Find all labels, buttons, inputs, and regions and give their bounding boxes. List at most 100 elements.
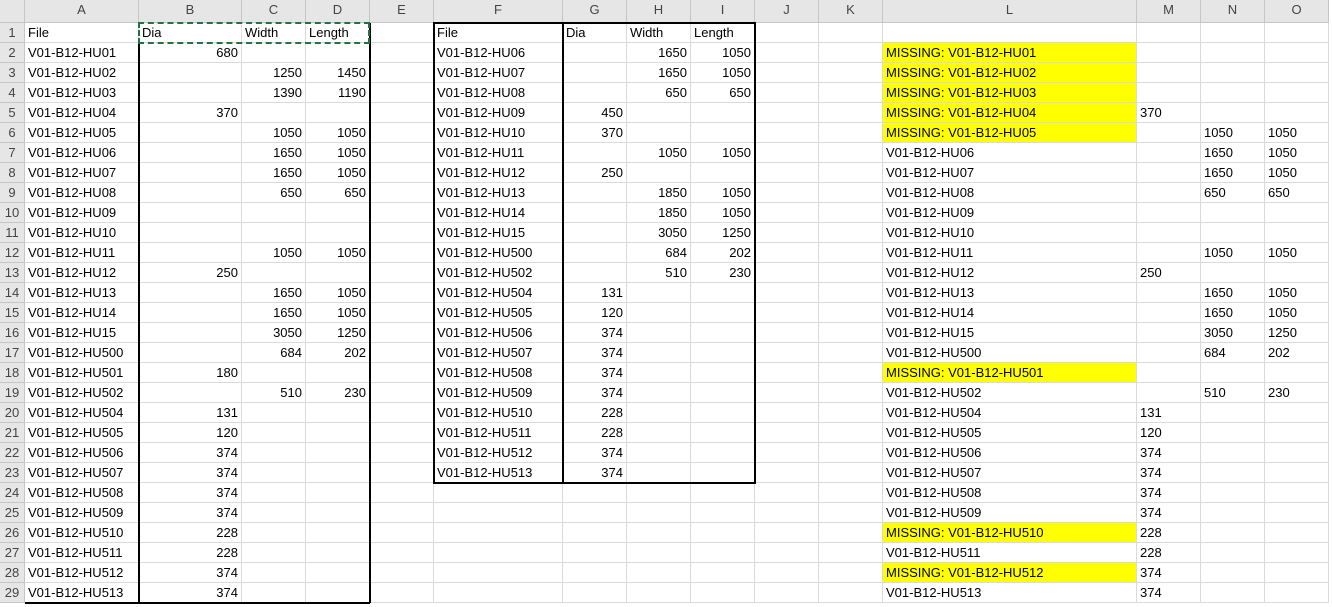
cell-m18[interactable] (1137, 363, 1201, 383)
cell-f8[interactable]: V01-B12-HU12 (434, 163, 563, 183)
row-header[interactable]: 21 (0, 423, 25, 443)
cell-k26[interactable] (819, 523, 883, 543)
cell-l16[interactable]: V01-B12-HU15 (883, 323, 1137, 343)
cell-a22[interactable]: V01-B12-HU506 (25, 443, 139, 463)
cell-f21[interactable]: V01-B12-HU511 (434, 423, 563, 443)
cell-b9[interactable] (139, 183, 242, 203)
cell-f20[interactable]: V01-B12-HU510 (434, 403, 563, 423)
cell-j8[interactable] (755, 163, 819, 183)
cell-i25[interactable] (691, 503, 755, 523)
cell-f4[interactable]: V01-B12-HU08 (434, 83, 563, 103)
missing-cell[interactable]: MISSING: V01-B12-HU510 (883, 523, 1137, 543)
cell-b2[interactable]: 680 (139, 43, 242, 63)
cell-m7[interactable] (1137, 143, 1201, 163)
cell-i21[interactable] (691, 423, 755, 443)
cell-a10[interactable]: V01-B12-HU09 (25, 203, 139, 223)
cell-f13[interactable]: V01-B12-HU502 (434, 263, 563, 283)
cell-d9[interactable]: 650 (306, 183, 370, 203)
row-header[interactable]: 5 (0, 103, 25, 123)
cell-g1[interactable]: Dia (563, 23, 627, 43)
row-header[interactable]: 27 (0, 543, 25, 563)
row-header[interactable]: 14 (0, 283, 25, 303)
cell-c28[interactable] (242, 563, 306, 583)
cell-o21[interactable] (1265, 423, 1329, 443)
cell-m8[interactable] (1137, 163, 1201, 183)
cell-h20[interactable] (627, 403, 691, 423)
cell-k11[interactable] (819, 223, 883, 243)
cell-j19[interactable] (755, 383, 819, 403)
cell-m13[interactable]: 250 (1137, 263, 1201, 283)
cell-j26[interactable] (755, 523, 819, 543)
cell-o15[interactable]: 1050 (1265, 303, 1329, 323)
cell-k8[interactable] (819, 163, 883, 183)
cell-j13[interactable] (755, 263, 819, 283)
missing-cell[interactable]: MISSING: V01-B12-HU05 (883, 123, 1137, 143)
cell-f22[interactable]: V01-B12-HU512 (434, 443, 563, 463)
cell-c3[interactable]: 1250 (242, 63, 306, 83)
cell-g18[interactable]: 374 (563, 363, 627, 383)
cell-h29[interactable] (627, 583, 691, 603)
cell-e6[interactable] (370, 123, 434, 143)
cell-e1[interactable] (370, 23, 434, 43)
cell-g7[interactable] (563, 143, 627, 163)
cell-c5[interactable] (242, 103, 306, 123)
cell-a18[interactable]: V01-B12-HU501 (25, 363, 139, 383)
cell-k9[interactable] (819, 183, 883, 203)
cell-f24[interactable] (434, 483, 563, 503)
cell-d14[interactable]: 1050 (306, 283, 370, 303)
cell-f7[interactable]: V01-B12-HU11 (434, 143, 563, 163)
cell-g5[interactable]: 450 (563, 103, 627, 123)
cell-m9[interactable] (1137, 183, 1201, 203)
cell-i20[interactable] (691, 403, 755, 423)
cell-d20[interactable] (306, 403, 370, 423)
cell-g10[interactable] (563, 203, 627, 223)
cell-g15[interactable]: 120 (563, 303, 627, 323)
cell-n4[interactable] (1201, 83, 1265, 103)
cell-c25[interactable] (242, 503, 306, 523)
cell-c17[interactable]: 684 (242, 343, 306, 363)
cell-c15[interactable]: 1650 (242, 303, 306, 323)
cell-m10[interactable] (1137, 203, 1201, 223)
cell-n20[interactable] (1201, 403, 1265, 423)
cell-a27[interactable]: V01-B12-HU511 (25, 543, 139, 563)
cell-h9[interactable]: 1850 (627, 183, 691, 203)
missing-cell[interactable]: MISSING: V01-B12-HU04 (883, 103, 1137, 123)
cell-m20[interactable]: 131 (1137, 403, 1201, 423)
cell-h1[interactable]: Width (627, 23, 691, 43)
column-header-l[interactable]: L (883, 0, 1137, 23)
missing-cell[interactable]: MISSING: V01-B12-HU501 (883, 363, 1137, 383)
cell-c13[interactable] (242, 263, 306, 283)
cell-j16[interactable] (755, 323, 819, 343)
cell-l8[interactable]: V01-B12-HU07 (883, 163, 1137, 183)
cell-j24[interactable] (755, 483, 819, 503)
cell-j5[interactable] (755, 103, 819, 123)
cell-n6[interactable]: 1050 (1201, 123, 1265, 143)
cell-o16[interactable]: 1250 (1265, 323, 1329, 343)
cell-k1[interactable] (819, 23, 883, 43)
cell-h27[interactable] (627, 543, 691, 563)
cell-d27[interactable] (306, 543, 370, 563)
cell-i6[interactable] (691, 123, 755, 143)
cell-a11[interactable]: V01-B12-HU10 (25, 223, 139, 243)
row-header[interactable]: 22 (0, 443, 25, 463)
cell-i28[interactable] (691, 563, 755, 583)
cell-g29[interactable] (563, 583, 627, 603)
cell-n24[interactable] (1201, 483, 1265, 503)
cell-d25[interactable] (306, 503, 370, 523)
column-header-b[interactable]: B (139, 0, 242, 23)
cell-j6[interactable] (755, 123, 819, 143)
cell-g16[interactable]: 374 (563, 323, 627, 343)
cell-f1[interactable]: File (434, 23, 563, 43)
cell-n2[interactable] (1201, 43, 1265, 63)
cell-a29[interactable]: V01-B12-HU513 (25, 583, 139, 603)
column-header-g[interactable]: G (563, 0, 627, 23)
cell-j12[interactable] (755, 243, 819, 263)
cell-o5[interactable] (1265, 103, 1329, 123)
cell-d2[interactable] (306, 43, 370, 63)
row-header[interactable]: 7 (0, 143, 25, 163)
cell-o19[interactable]: 230 (1265, 383, 1329, 403)
cell-d7[interactable]: 1050 (306, 143, 370, 163)
cell-n18[interactable] (1201, 363, 1265, 383)
cell-o11[interactable] (1265, 223, 1329, 243)
cell-m19[interactable] (1137, 383, 1201, 403)
